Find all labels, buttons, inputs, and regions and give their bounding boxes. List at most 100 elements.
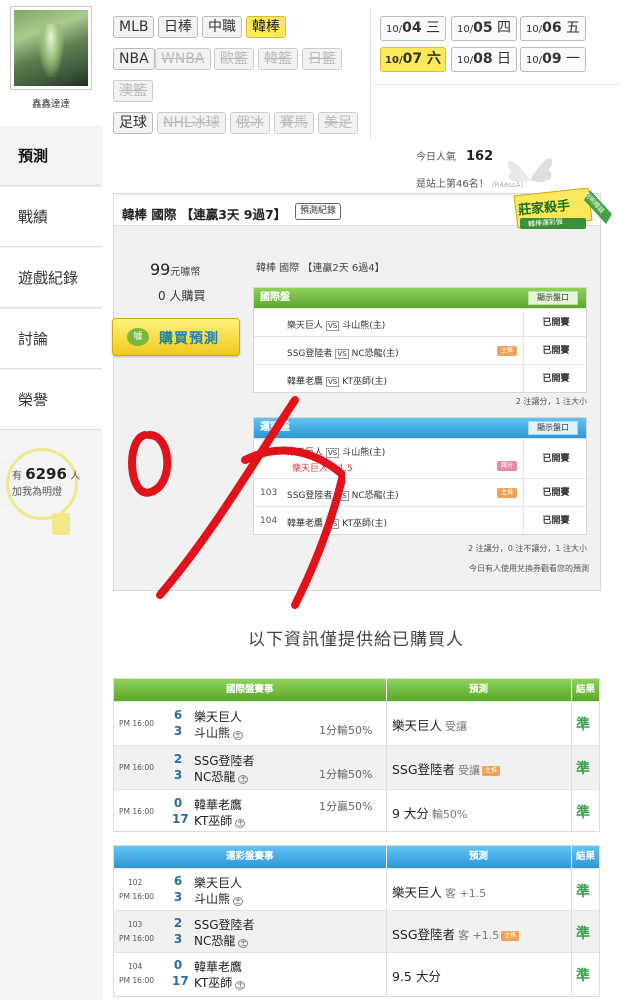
table-row: PM 16:00 0 17 韓華老鷹 KT巫師主 1分贏50% 9 大分 輸50%… <box>114 789 599 833</box>
date-weekday: 四 <box>497 20 512 36</box>
handicap-line: 1分輸50% <box>319 768 373 781</box>
handicap-line: 1分贏50% <box>319 800 373 813</box>
username[interactable]: 鑫鑫達達 <box>0 96 102 110</box>
sidebar-tab-game-history[interactable]: 遊戲紀錄 <box>0 248 102 308</box>
redeem-note: 今日有人使用兌換券觀看您的預測 <box>469 564 589 573</box>
buy-prediction-button[interactable]: 噱 購買預測 <box>112 318 240 356</box>
prediction-record-button[interactable]: 預測紀錄 <box>295 203 342 220</box>
rank-text: 是站上第46名！ <box>416 179 489 190</box>
category-chip[interactable]: NBA <box>113 48 155 70</box>
table-row: 104 韓華老鷹 VS KT巫師(主) 已開賽 <box>254 506 586 534</box>
home-team: 樂天巨人 <box>287 448 324 458</box>
divider <box>571 953 572 996</box>
intl-results-table: 國際盤賽事 預測 結果 PM 16:00 6 3 樂天巨人 斗山熊主 1分輸50… <box>113 678 600 833</box>
show-odds-button[interactable]: 顯示盤口 <box>528 291 578 305</box>
pick: 樂天巨人客 +1.5 <box>392 882 486 901</box>
fans-count[interactable]: 有 6296 人 加我為明燈 <box>12 466 80 501</box>
date-button-selected[interactable]: 10/07 六 <box>380 47 446 72</box>
game-status: 已開賽 <box>542 374 570 384</box>
date-day: 07 <box>402 51 423 67</box>
date-weekday: 六 <box>426 51 441 67</box>
follow-cta[interactable]: 加我為明燈 <box>12 487 62 498</box>
category-chip[interactable]: 日棒 <box>158 16 198 38</box>
vs-icon: VS <box>326 448 340 458</box>
category-chip-disabled: 美足 <box>318 112 358 134</box>
pick: SSG登陸者 受讓 主推 <box>392 759 501 778</box>
score-home: 3 <box>173 768 183 782</box>
table-row: SSG登陸者 VS NC恐龍(主) 主推 已開賽 <box>254 336 586 364</box>
team-home-name: KT巫師 <box>194 814 233 828</box>
category-chip[interactable]: 足球 <box>113 112 153 134</box>
game-number: 102 <box>260 448 278 458</box>
pick-team: SSG登陸者 <box>392 762 456 777</box>
category-chip[interactable]: MLB <box>113 16 155 38</box>
pick-team: 樂天巨人 <box>392 718 443 733</box>
team-home: 斗山熊主 <box>194 724 244 741</box>
result-mark: 準 <box>576 717 590 733</box>
home-marker: 主 <box>238 939 249 948</box>
team-away: 樂天巨人 <box>194 876 243 890</box>
spread-tag: 讓分 <box>497 461 517 471</box>
table-header-label: 國際盤 <box>260 292 290 303</box>
popularity-value: 162 <box>466 149 494 164</box>
team-home: KT巫師主 <box>194 974 246 991</box>
team-away: SSG登陸者 <box>194 918 255 932</box>
date-button[interactable]: 10/05 四 <box>451 16 517 41</box>
date-button[interactable]: 10/04 三 <box>380 16 446 41</box>
show-odds-button[interactable]: 顯示盤口 <box>528 421 578 435</box>
result-mark: 準 <box>576 968 590 984</box>
table-row: 102 樂天巨人 VS 斗山熊(主) 樂天巨人 +1.5 讓分 已開賽 <box>254 438 586 478</box>
table-header: 國際盤 顯示盤口 <box>254 288 586 308</box>
game-time: PM 16:00 <box>119 934 154 943</box>
fans-prefix: 有 <box>12 471 22 482</box>
divider <box>571 790 572 833</box>
pick: 樂天巨人 受讓 <box>392 715 467 734</box>
divider <box>386 869 387 912</box>
game-number: 103 <box>260 488 278 498</box>
score-home: 3 <box>173 932 183 946</box>
home-team: 韓華老鷹 <box>287 519 324 529</box>
pick-note: 客 +1.5 <box>458 929 500 942</box>
butterfly-icon <box>507 158 553 183</box>
category-chip[interactable]: 中職 <box>202 16 242 38</box>
date-button[interactable]: 10/08 日 <box>451 47 517 72</box>
sidebar-tab-label: 預測 <box>18 147 49 165</box>
home-team: SSG登陸者 <box>287 349 333 359</box>
sidebar-tab-predict[interactable]: 預測 <box>0 126 102 186</box>
away-team: 斗山熊(主) <box>342 321 386 331</box>
intl-prediction-table: 國際盤 顯示盤口 樂天巨人 VS 斗山熊(主) 已開賽 SSG登陸者 VS NC恐龍(主) 主… <box>253 287 587 393</box>
result-mark: 準 <box>576 805 590 821</box>
pick-team: SSG登陸者 <box>392 927 456 942</box>
team-home: NC恐龍主 <box>194 768 249 785</box>
divider <box>386 702 387 745</box>
sidebar-tab-honors[interactable]: 榮譽 <box>0 370 102 430</box>
vs-icon: VS <box>326 321 340 331</box>
table-row: 103 PM 16:00 2 3 SSG登陸者 NC恐龍主 SSG登陸者客 +1… <box>114 910 599 954</box>
pick-note: 輸50% <box>431 808 468 821</box>
divider <box>370 8 371 138</box>
date-button[interactable]: 10/06 五 <box>520 16 586 41</box>
divider <box>571 746 572 789</box>
date-button[interactable]: 10/09 一 <box>520 47 586 72</box>
results-header: 運彩盤賽事 預測 結果 <box>114 846 599 868</box>
sidebar-tab-record[interactable]: 戰績 <box>0 187 102 247</box>
team-home-name: 斗山熊 <box>194 892 231 906</box>
game-status: 已開賽 <box>542 318 570 328</box>
lightbulb-base <box>52 513 70 535</box>
date-month: 10/ <box>525 24 543 35</box>
featured-tag: 主推 <box>482 765 501 776</box>
sidebar-tab-discussion[interactable]: 討論 <box>0 309 102 369</box>
buyers-count: 0 人購買 <box>158 289 206 303</box>
date-month: 10/ <box>385 55 403 66</box>
game-number: 104 <box>260 516 278 526</box>
price-value: 99 <box>150 260 171 279</box>
pick-team: 9 大分 <box>392 806 429 821</box>
home-marker: 主 <box>233 897 244 906</box>
avatar[interactable] <box>10 6 92 90</box>
category-chip-selected[interactable]: 韓棒 <box>246 16 286 38</box>
vs-icon: VS <box>335 491 349 501</box>
header-pick: 預測 <box>469 684 489 695</box>
divider <box>386 846 387 868</box>
game-time: PM 16:00 <box>119 719 154 728</box>
score-home: 17 <box>172 974 189 988</box>
